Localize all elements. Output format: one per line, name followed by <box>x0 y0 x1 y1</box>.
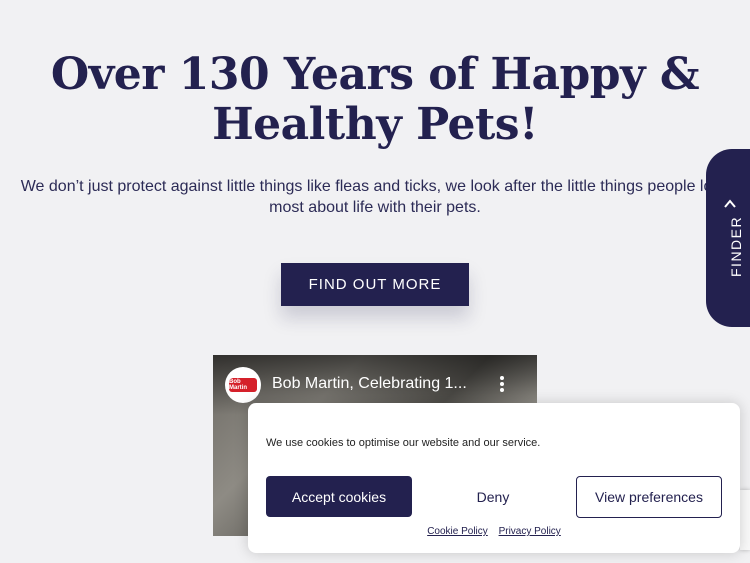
hero-title: Over 130 Years of Happy & Healthy Pets! <box>0 50 750 150</box>
privacy-policy-link[interactable]: Privacy Policy <box>499 526 561 537</box>
cookie-policy-link[interactable]: Cookie Policy <box>427 526 488 537</box>
cookie-banner: We use cookies to optimise our website a… <box>248 403 740 553</box>
video-title[interactable]: Bob Martin, Celebrating 1... <box>272 375 467 393</box>
channel-avatar[interactable]: Bob Martin <box>225 367 261 403</box>
cookie-links: Cookie Policy Privacy Policy <box>248 526 740 537</box>
view-preferences-button[interactable]: View preferences <box>576 476 722 518</box>
accept-cookies-button[interactable]: Accept cookies <box>266 476 412 517</box>
find-out-more-button[interactable]: FIND OUT MORE <box>281 263 469 306</box>
chevron-up-icon <box>724 199 736 208</box>
recaptcha-badge <box>740 490 750 550</box>
bob-martin-logo: Bob Martin <box>229 378 257 392</box>
hero-title-line1: Over 130 Years of Happy & <box>50 49 700 100</box>
deny-cookies-button[interactable]: Deny <box>420 476 566 517</box>
finder-tab[interactable]: FINDER <box>706 149 750 327</box>
hero-title-line2: Healthy Pets! <box>212 99 538 150</box>
cookie-message: We use cookies to optimise our website a… <box>266 437 541 449</box>
finder-label: FINDER <box>728 215 744 277</box>
more-vert-icon[interactable] <box>497 375 507 395</box>
hero-subtitle: We don’t just protect against little thi… <box>20 178 730 216</box>
